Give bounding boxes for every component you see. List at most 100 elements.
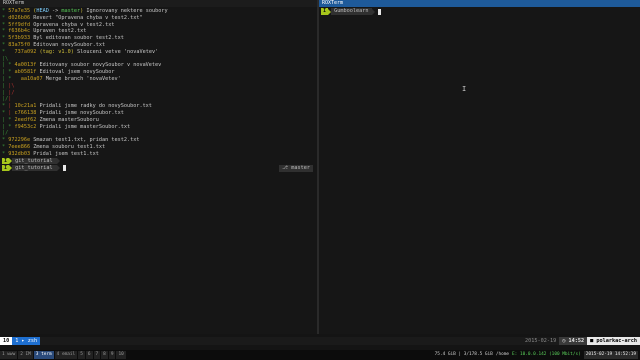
tmux-session[interactable]: 10 — [0, 337, 13, 345]
status-item: /home — [495, 352, 510, 357]
git-log-line: * 972296e Smazan test1.txt, pridan test2… — [2, 137, 317, 144]
commit-message: Byl editovan soubor test2.txt — [33, 35, 124, 42]
git-graph-char: * — [2, 150, 6, 157]
workspace-button[interactable]: 9 — [108, 351, 116, 359]
git-log-line: | * f9453c2 Pridali jsme masterSoubor.tx… — [2, 124, 317, 131]
git-graph-char: * — [2, 35, 6, 42]
workspace-button[interactable]: 3 term — [33, 351, 54, 359]
commit-message: Pridali jsme radky do novySoubor.txt — [39, 103, 152, 110]
tmux-time: ◷ 14:52 — [559, 337, 588, 345]
system-status-items: 75.4 GiB | 3/178.5 GiB/home E: 10.0.0.142… — [435, 351, 638, 359]
tmux-window-tab[interactable]: 1 ▸ zsh — [12, 337, 41, 345]
tmux-date: 2015-02-19 — [525, 338, 557, 344]
commit-message: Ignorovany nektere soubory — [86, 8, 168, 14]
git-branch-badge: ⎇ master — [279, 164, 313, 172]
git-graph-char: * — [2, 41, 6, 48]
workspace-button[interactable]: 1 www — [0, 351, 18, 359]
left-terminal-pane[interactable]: ROXTerm * 57a7e35 (HEAD -> master) Ignor… — [0, 0, 317, 334]
commit-hash: 2eedf62 — [14, 116, 37, 123]
workspace-button[interactable]: 7 — [93, 351, 101, 359]
workspace-button[interactable]: 4 email — [54, 351, 78, 359]
git-log-line: * 57a7e35 (HEAD -> master) Ignorovany ne… — [2, 8, 317, 15]
workspace-button[interactable]: 2 IM — [18, 351, 33, 359]
commit-hash: 932db03 — [8, 150, 31, 157]
git-graph-char: / — [5, 130, 9, 137]
git-log-line: * 737a092 (tag: v1.0) Slouceni vetve 'no… — [2, 49, 317, 56]
right-prompt[interactable]: I Gumboolearn — [321, 8, 382, 15]
commit-message: Editovan novySoubor.txt — [33, 41, 106, 48]
git-log-line: | |/ — [2, 90, 317, 97]
powerline-arrow-icon — [56, 158, 60, 165]
workspace-button[interactable]: 8 — [101, 351, 108, 359]
git-log-line: | * 4a0013f Editovany soubor novySoubor … — [2, 62, 317, 69]
git-log-line: * | 10c21a1 Pridali jsme radky do novySo… — [2, 103, 317, 110]
commit-hash: ab0581f — [14, 69, 37, 76]
right-terminal-pane[interactable]: ROXTerm I Gumboolearn — [319, 0, 640, 334]
commit-hash: 972296e — [8, 137, 31, 144]
powerline-arrow-icon — [372, 8, 376, 15]
commit-message: Merge branch 'novaVetev' — [45, 75, 121, 82]
git-graph-char: * — [2, 21, 6, 28]
commit-message: Zmena masterSouboru — [39, 116, 99, 123]
workspace-button[interactable]: 10 — [116, 351, 126, 359]
shell-prompt[interactable]: Igit_tutorial ⎇ master — [0, 164, 317, 172]
git-graph-char: | — [2, 69, 6, 76]
current-directory: git_tutorial — [12, 157, 57, 165]
shell-prompt[interactable]: Igit_tutorial — [0, 157, 317, 165]
commit-hash: 5ff9dfd — [8, 21, 31, 28]
commit-hash: 83a75f0 — [8, 41, 31, 48]
commit-hash: 737a092 — [14, 48, 37, 55]
system-status-bar: 1 www 2 IM 3 term 4 email 5 6 7 8 9 10 75.4 GiB |… — [0, 350, 640, 360]
git-log-line: * d026b06 Revert "Opravena chyba v test2… — [2, 15, 317, 22]
commit-hash: f9453c2 — [14, 123, 37, 130]
commit-ref: HEAD — [36, 8, 49, 14]
commit-hash: 4a0013f — [14, 62, 37, 69]
status-item: 2015-02-19 14:52:19 — [583, 351, 638, 359]
commit-hash: 7eee866 — [8, 143, 31, 150]
commit-hash: d026b06 — [8, 14, 31, 21]
commit-message: Editoval jsem novySoubor — [39, 69, 115, 76]
git-log-line: |\ — [2, 56, 317, 63]
git-graph-char: * — [8, 123, 12, 130]
git-graph-char: * — [2, 109, 6, 116]
commit-hash: c766138 — [14, 109, 37, 116]
git-log-line: * 83a75f0 Editovan novySoubor.txt — [2, 42, 317, 49]
left-pane-title: ROXTerm — [0, 0, 317, 7]
git-graph-char: / — [11, 89, 15, 96]
git-log-line: | |\ — [2, 83, 317, 90]
status-item: E: 10.0.0.142 (100 Mbit/s) — [512, 352, 581, 357]
git-graph-char: | — [2, 116, 6, 123]
git-graph-char: | — [2, 75, 6, 82]
tmux-hostname: ■ polarkac-arch — [587, 337, 640, 345]
git-log-line: * | c766138 Pridali jsme novySoubor.txt — [2, 110, 317, 117]
commit-message: Pridali jsme masterSoubor.txt — [39, 123, 131, 130]
git-graph-char: * — [8, 62, 12, 69]
commit-message: Upraven test2.txt — [33, 28, 87, 35]
git-log-line: | * ab0581f Editoval jsem novySoubor — [2, 69, 317, 76]
commit-message: Pridali jsme novySoubor.txt — [39, 109, 124, 116]
git-graph-char: * — [2, 8, 6, 14]
git-graph-char: * — [2, 28, 6, 35]
git-graph-char: * — [2, 48, 6, 55]
insert-mode-indicator: I — [2, 164, 10, 172]
git-graph-char: | — [2, 89, 6, 96]
git-log-line: | * aa10a07 Merge branch 'novaVetev' — [2, 76, 317, 83]
workspace-switcher: 1 www 2 IM 3 term 4 email 5 6 7 8 9 10 — [0, 351, 127, 359]
workspace-button[interactable]: 6 — [85, 351, 93, 359]
text-cursor — [62, 165, 66, 172]
git-graph-char: \ — [11, 82, 15, 89]
git-log-line: | * 2eedf62 Zmena masterSouboru — [2, 117, 317, 124]
git-log-line: |/| — [2, 96, 317, 103]
right-pane-title: ROXTerm — [319, 0, 640, 7]
commit-message: Editovany soubor novySoubor v novaVetev — [39, 62, 162, 69]
git-graph-char: * — [2, 137, 6, 144]
git-graph-char: \ — [5, 55, 9, 62]
git-graph-char: | — [2, 82, 6, 89]
commit-message: Smazan test1.txt, pridan test2.txt — [33, 137, 140, 144]
commit-hash: f636b4c — [8, 28, 31, 35]
left-prompts: Igit_tutorial Igit_tutorial ⎇ master — [0, 157, 317, 172]
workspace-button[interactable]: 5 — [78, 351, 85, 359]
git-graph-char: * — [2, 143, 6, 150]
insert-mode-indicator: I — [321, 8, 329, 15]
commit-message: Slouceni vetve 'novaVetev' — [76, 48, 159, 55]
